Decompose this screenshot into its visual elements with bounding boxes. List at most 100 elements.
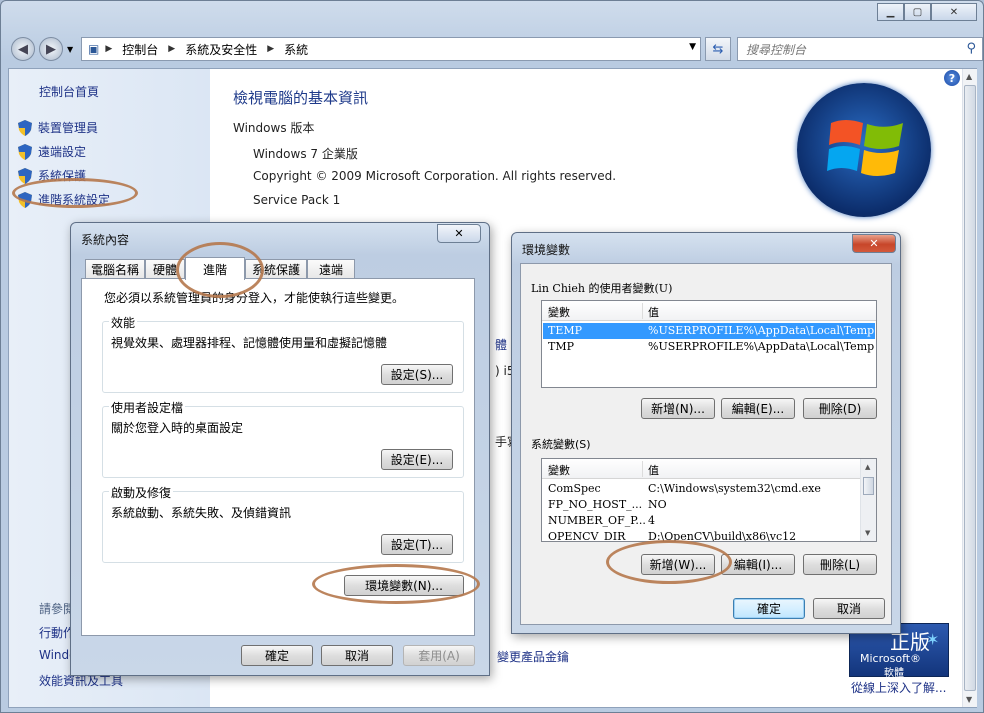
sidebar-item-advanced-settings[interactable]: 進階系統設定 [18, 191, 110, 208]
column-header-value[interactable]: 值 [648, 462, 659, 478]
list-scrollbar[interactable]: ▲ ▼ [860, 459, 876, 541]
refresh-icon: ⇆ [712, 41, 724, 57]
ok-button[interactable]: 確定 [241, 645, 313, 666]
tab-remote[interactable]: 遠端 [307, 259, 355, 279]
breadcrumb-system-security[interactable]: 系統及安全性 [185, 41, 257, 58]
list-header: 變數 值 [542, 459, 860, 479]
sidebar-home-link[interactable]: 控制台首頁 [39, 83, 99, 100]
group-title: 效能 [109, 314, 138, 331]
table-row[interactable]: NUMBER_OF_P... 4 [543, 513, 859, 529]
search-placeholder: 搜尋控制台 [746, 42, 807, 57]
delete-system-variable-button[interactable]: 刪除(L) [803, 554, 877, 575]
tab-hardware[interactable]: 硬體 [145, 259, 185, 279]
tab-system-protection[interactable]: 系統保護 [245, 259, 307, 279]
table-row[interactable]: TMP %USERPROFILE%\AppData\Local\Temp [543, 339, 875, 355]
table-row[interactable]: FP_NO_HOST_... NO [543, 497, 859, 513]
cancel-button[interactable]: 取消 [321, 645, 393, 666]
column-header-variable[interactable]: 變數 [548, 304, 570, 320]
user-profiles-group: 使用者設定檔 關於您登入時的桌面設定 設定(E)... [102, 399, 464, 478]
main-scrollbar[interactable]: ▲ ▼ [962, 69, 977, 707]
group-title: 啟動及修復 [109, 484, 174, 501]
performance-settings-button[interactable]: 設定(S)... [381, 364, 453, 385]
variable-value: NO [648, 498, 667, 511]
address-dropdown-icon[interactable]: ▼ [689, 42, 696, 52]
sidebar-item-system-protection[interactable]: 系統保護 [18, 167, 86, 184]
table-row[interactable]: TEMP %USERPROFILE%\AppData\Local\Temp [543, 323, 875, 339]
scrollbar-thumb[interactable] [964, 85, 976, 691]
minimize-button[interactable]: ▁ [877, 3, 904, 21]
address-bar[interactable]: ▣ ▶ 控制台 ▶ 系統及安全性 ▶ 系統 ▼ [81, 37, 701, 61]
table-row[interactable]: ComSpec C:\Windows\system32\cmd.exe [543, 481, 859, 497]
new-system-variable-button[interactable]: 新增(W)... [641, 554, 715, 575]
breadcrumb-control-panel[interactable]: 控制台 [122, 41, 158, 58]
copyright-text: Copyright © 2009 Microsoft Corporation. … [253, 169, 617, 183]
change-product-key-link[interactable]: 變更產品金鑰 [497, 648, 569, 665]
dialog-title: 系統內容 [81, 233, 130, 247]
scrollbar-thumb[interactable] [863, 477, 874, 495]
tab-advanced[interactable]: 進階 [185, 257, 245, 280]
table-row[interactable]: OPENCV_DIR D:\OpenCV\build\x86\vc12 [543, 529, 859, 542]
system-variables-list[interactable]: 變數 值 ComSpec C:\Windows\system32\cmd.exe… [541, 458, 877, 542]
group-title: 使用者設定檔 [109, 399, 186, 416]
sidebar-item-label: 遠端設定 [38, 145, 87, 159]
windows-logo [797, 83, 931, 217]
variable-name: ComSpec [548, 482, 601, 495]
close-button[interactable]: ✕ [931, 3, 977, 21]
search-icon[interactable]: ⚲ [966, 41, 976, 56]
back-button[interactable]: ◀ [11, 37, 35, 61]
star-icon: ✶ [926, 630, 940, 649]
breadcrumb-arrow-icon[interactable]: ▶ [105, 44, 112, 54]
edition-section-label: Windows 版本 [233, 121, 315, 135]
recent-pages-dropdown[interactable]: ▼ [67, 45, 73, 54]
dialog-close-button[interactable]: ✕ [852, 234, 896, 253]
scroll-down-icon[interactable]: ▼ [865, 529, 870, 537]
delete-user-variable-button[interactable]: 刪除(D) [803, 398, 877, 419]
ok-button[interactable]: 確定 [733, 598, 805, 619]
column-separator[interactable] [642, 303, 643, 319]
variable-name: OPENCV_DIR [548, 530, 626, 542]
variable-value: %USERPROFILE%\AppData\Local\Temp [648, 324, 875, 337]
column-separator[interactable] [642, 461, 643, 477]
startup-recovery-settings-button[interactable]: 設定(T)... [381, 534, 453, 555]
help-icon[interactable]: ? [944, 70, 960, 86]
variable-name: TEMP [548, 324, 583, 337]
new-user-variable-button[interactable]: 新增(N)... [641, 398, 715, 419]
genuine-learn-more-link[interactable]: 從線上深入了解... [851, 679, 946, 696]
search-input[interactable]: 搜尋控制台 ⚲ [737, 37, 983, 61]
list-header: 變數 值 [542, 301, 876, 321]
scroll-up-icon[interactable]: ▲ [865, 463, 870, 471]
group-description: 系統啟動、系統失敗、及偵錯資訊 [111, 506, 292, 520]
breadcrumb-arrow-icon[interactable]: ▶ [168, 44, 175, 54]
shield-icon [18, 119, 32, 136]
group-description: 視覺效果、處理器排程、記憶體使用量和虛擬記憶體 [111, 336, 388, 350]
sidebar-item-label: 裝置管理員 [38, 121, 99, 135]
breadcrumb-arrow-icon[interactable]: ▶ [267, 44, 274, 54]
edit-system-variable-button[interactable]: 編輯(I)... [721, 554, 795, 575]
partial-text: 體 [495, 338, 508, 352]
user-profiles-settings-button[interactable]: 設定(E)... [381, 449, 453, 470]
shield-icon [18, 191, 32, 208]
edit-user-variable-button[interactable]: 編輯(E)... [721, 398, 795, 419]
computer-icon: ▣ [88, 42, 100, 56]
breadcrumb-system[interactable]: 系統 [284, 41, 308, 58]
performance-group: 效能 視覺效果、處理器排程、記憶體使用量和虛擬記憶體 設定(S)... [102, 314, 464, 393]
forward-button[interactable]: ▶ [39, 37, 63, 61]
sidebar-item-device-manager[interactable]: 裝置管理員 [18, 119, 98, 136]
column-header-value[interactable]: 值 [648, 304, 659, 320]
scroll-up-icon[interactable]: ▲ [966, 72, 972, 81]
column-header-variable[interactable]: 變數 [548, 462, 570, 478]
cancel-button[interactable]: 取消 [813, 598, 885, 619]
refresh-button[interactable]: ⇆ [705, 37, 731, 61]
tab-computer-name[interactable]: 電腦名稱 [85, 259, 145, 279]
apply-button[interactable]: 套用(A) [403, 645, 475, 666]
scroll-down-icon[interactable]: ▼ [966, 695, 972, 704]
dialog-close-button[interactable]: ✕ [437, 224, 481, 243]
variable-name: NUMBER_OF_P... [548, 514, 646, 527]
environment-variables-button[interactable]: 環境變數(N)... [344, 575, 464, 596]
startup-recovery-group: 啟動及修復 系統啟動、系統失敗、及偵錯資訊 設定(T)... [102, 484, 464, 563]
maximize-button[interactable]: ▢ [904, 3, 931, 21]
user-variables-list[interactable]: 變數 值 TEMP %USERPROFILE%\AppData\Local\Te… [541, 300, 877, 388]
sidebar-item-remote[interactable]: 遠端設定 [18, 143, 86, 160]
back-arrow-icon: ◀ [18, 41, 28, 57]
page-title: 檢視電腦的基本資訊 [233, 89, 369, 107]
